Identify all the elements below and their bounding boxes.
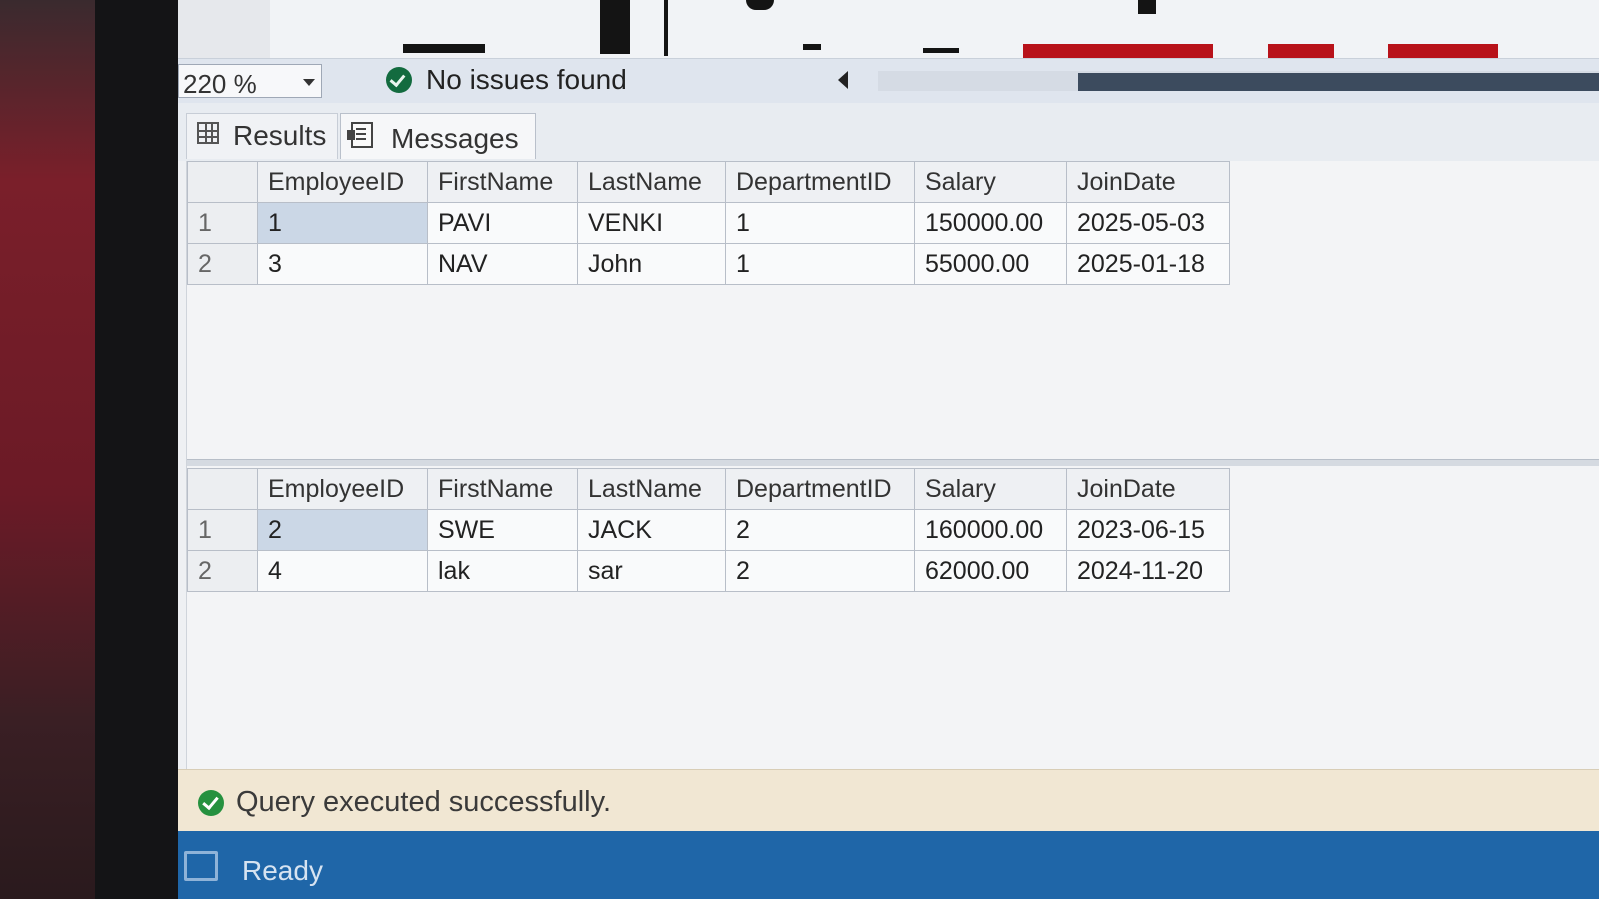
- scroll-left-arrow-icon[interactable]: [838, 71, 848, 89]
- column-header[interactable]: FirstName: [427, 468, 578, 510]
- code-fragment: [403, 44, 485, 53]
- column-header[interactable]: FirstName: [427, 161, 578, 203]
- grid-splitter[interactable]: [187, 459, 1599, 466]
- table-cell[interactable]: PAVI: [427, 202, 578, 244]
- check-circle-icon: [386, 67, 412, 93]
- grid-corner[interactable]: [187, 161, 258, 203]
- header-row: EmployeeID FirstName LastName Department…: [187, 161, 1230, 203]
- row-number[interactable]: 2: [187, 243, 258, 285]
- column-header[interactable]: JoinDate: [1066, 161, 1230, 203]
- code-string-fragment: [1388, 44, 1498, 58]
- table-cell[interactable]: 3: [257, 243, 428, 285]
- table-cell[interactable]: 2024-11-20: [1066, 550, 1230, 592]
- table-cell[interactable]: 62000.00: [914, 550, 1067, 592]
- chevron-down-icon[interactable]: [303, 79, 315, 86]
- table-cell[interactable]: 150000.00: [914, 202, 1067, 244]
- row-number[interactable]: 1: [187, 202, 258, 244]
- app-status-bar: Ready: [178, 831, 1599, 899]
- editor-cursor: [664, 0, 668, 56]
- result-grid-2: EmployeeID FirstName LastName Department…: [187, 468, 1230, 592]
- table-cell[interactable]: 2: [725, 509, 915, 551]
- background-photo: [0, 0, 100, 899]
- column-header[interactable]: LastName: [577, 161, 726, 203]
- table-row: 2 3 NAV John 1 55000.00 2025-01-18: [187, 243, 1230, 285]
- code-fragment: [923, 48, 959, 53]
- issues-status[interactable]: No issues found: [426, 64, 627, 96]
- scrollbar-thumb[interactable]: [1078, 73, 1599, 91]
- table-row: 1 1 PAVI VENKI 1 150000.00 2025-05-03: [187, 202, 1230, 244]
- column-header[interactable]: Salary: [914, 161, 1067, 203]
- table-cell[interactable]: 2025-05-03: [1066, 202, 1230, 244]
- tab-messages-label: Messages: [391, 123, 519, 154]
- table-cell[interactable]: SWE: [427, 509, 578, 551]
- grid-icon: [197, 122, 219, 144]
- query-status-bar: Query executed successfully.: [178, 769, 1599, 832]
- column-header[interactable]: DepartmentID: [725, 468, 915, 510]
- header-row: EmployeeID FirstName LastName Department…: [187, 468, 1230, 510]
- window-icon: [184, 851, 218, 881]
- table-cell[interactable]: 1: [725, 202, 915, 244]
- zoom-dropdown[interactable]: 220 %: [178, 64, 322, 99]
- code-fragment: [746, 0, 774, 10]
- editor-gutter: [178, 0, 270, 58]
- result-grid-1: EmployeeID FirstName LastName Department…: [187, 161, 1230, 285]
- code-string-fragment: [1023, 44, 1213, 58]
- results-tabs: Results Messages: [178, 103, 1599, 161]
- code-string-fragment: [1268, 44, 1334, 58]
- table-cell[interactable]: 2: [257, 509, 428, 551]
- row-number[interactable]: 1: [187, 509, 258, 551]
- table-cell[interactable]: 2023-06-15: [1066, 509, 1230, 551]
- table-cell[interactable]: 1: [257, 202, 428, 244]
- ssms-window: 220 % No issues found Results Messages E…: [178, 0, 1599, 899]
- messages-icon: [347, 122, 373, 148]
- tab-messages[interactable]: Messages: [340, 113, 536, 159]
- code-fragment: [803, 44, 821, 50]
- table-cell[interactable]: JACK: [577, 509, 726, 551]
- column-header[interactable]: LastName: [577, 468, 726, 510]
- table-cell[interactable]: 4: [257, 550, 428, 592]
- table-row: 2 4 lak sar 2 62000.00 2024-11-20: [187, 550, 1230, 592]
- query-status-message: Query executed successfully.: [236, 786, 612, 818]
- zoom-value: 220 %: [183, 69, 257, 99]
- table-cell[interactable]: 2025-01-18: [1066, 243, 1230, 285]
- column-header[interactable]: JoinDate: [1066, 468, 1230, 510]
- table-cell[interactable]: sar: [577, 550, 726, 592]
- monitor-bezel: [95, 0, 185, 899]
- column-header[interactable]: EmployeeID: [257, 468, 428, 510]
- results-pane: EmployeeID FirstName LastName Department…: [186, 161, 1599, 769]
- row-number[interactable]: 2: [187, 550, 258, 592]
- table-cell[interactable]: lak: [427, 550, 578, 592]
- table-cell[interactable]: 2: [725, 550, 915, 592]
- code-fragment: [600, 0, 630, 54]
- column-header[interactable]: DepartmentID: [725, 161, 915, 203]
- tab-results[interactable]: Results: [186, 113, 338, 159]
- table-cell[interactable]: 55000.00: [914, 243, 1067, 285]
- grid-corner[interactable]: [187, 468, 258, 510]
- column-header[interactable]: Salary: [914, 468, 1067, 510]
- tab-results-label: Results: [233, 120, 327, 151]
- query-editor[interactable]: [178, 0, 1599, 58]
- table-cell[interactable]: NAV: [427, 243, 578, 285]
- success-check-icon: [198, 790, 224, 816]
- table-row: 1 2 SWE JACK 2 160000.00 2023-06-15: [187, 509, 1230, 551]
- table-cell[interactable]: VENKI: [577, 202, 726, 244]
- table-cell[interactable]: John: [577, 243, 726, 285]
- table-cell[interactable]: 160000.00: [914, 509, 1067, 551]
- editor-status-toolbar: 220 % No issues found: [178, 58, 1599, 104]
- column-header[interactable]: EmployeeID: [257, 161, 428, 203]
- table-cell[interactable]: 1: [725, 243, 915, 285]
- code-fragment: [1138, 0, 1156, 14]
- ready-status: Ready: [242, 855, 323, 886]
